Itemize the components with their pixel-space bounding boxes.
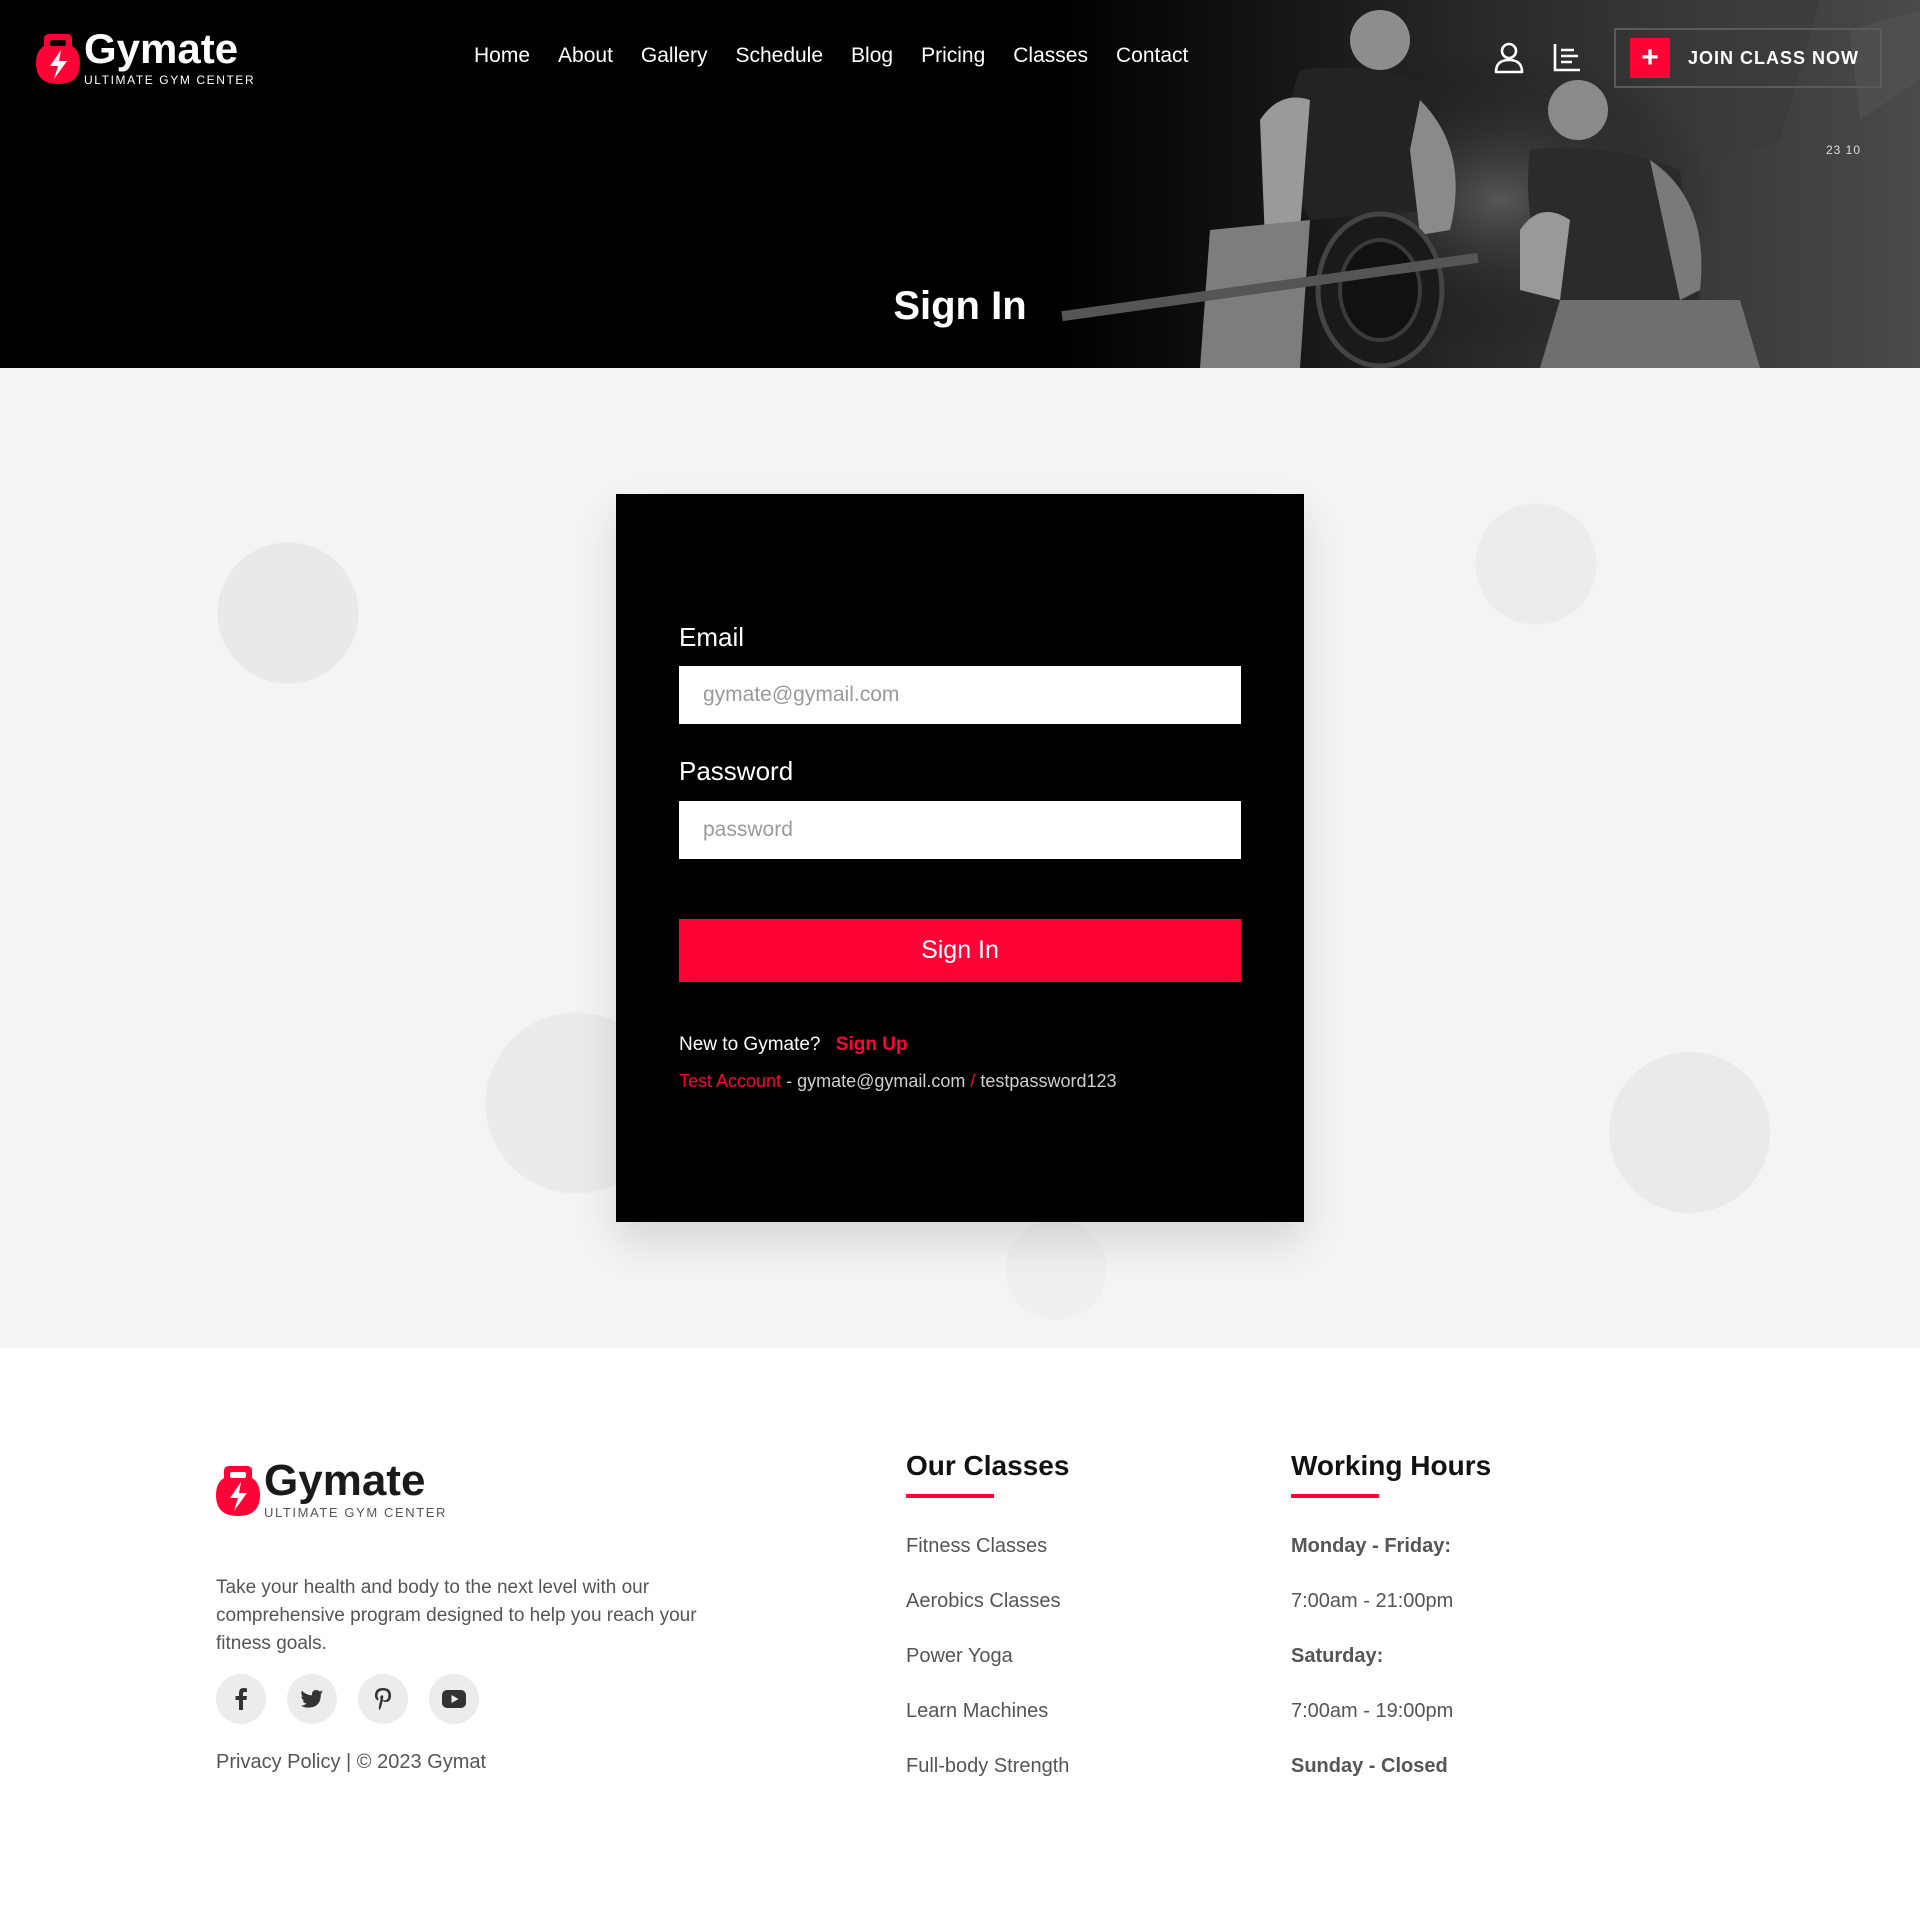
test-account-label: Test Account xyxy=(679,1071,782,1091)
hours-saturday-label: Saturday: xyxy=(1291,1645,1384,1667)
footer-legal: Privacy Policy | © 2023 Gymat xyxy=(216,1751,486,1774)
class-link-fitness[interactable]: Fitness Classes xyxy=(906,1532,1069,1587)
hours-weekday-time: 7:00am - 21:00pm xyxy=(1291,1590,1454,1612)
facebook-icon[interactable] xyxy=(216,1674,266,1724)
working-hours-heading: Working Hours xyxy=(1291,1450,1492,1481)
class-link-full-body[interactable]: Full-body Strength xyxy=(906,1752,1069,1807)
test-account-email: gymate@gymail.com xyxy=(797,1071,966,1091)
page-title: Sign In xyxy=(893,284,1027,328)
join-class-now-button[interactable]: + JOIN CLASS NOW xyxy=(1614,28,1882,88)
our-classes-underline xyxy=(906,1494,994,1498)
nav-item-classes[interactable]: Classes xyxy=(1013,44,1088,68)
brand-name: Gymate xyxy=(84,25,239,72)
footer-brand-name: Gymate xyxy=(264,1456,426,1505)
test-account-slash: / xyxy=(965,1071,981,1091)
header-logo[interactable]: Gymate ULTIMATE GYM CENTER xyxy=(36,28,255,87)
password-label: Password xyxy=(679,756,794,786)
hours-saturday-time: 7:00am - 19:00pm xyxy=(1291,1700,1454,1722)
our-classes-heading: Our Classes xyxy=(906,1450,1070,1481)
hours-sunday-closed: Sunday - Closed xyxy=(1291,1755,1448,1777)
join-class-now-label: JOIN CLASS NOW xyxy=(1688,47,1860,68)
footer-about-text: Take your health and body to the next le… xyxy=(216,1577,697,1654)
nav-item-gallery[interactable]: Gallery xyxy=(641,44,708,68)
hours-list: Monday - Friday: 7:00am - 21:00pm Saturd… xyxy=(1291,1532,1453,1807)
user-icon[interactable] xyxy=(1492,40,1526,74)
classes-list: Fitness Classes Aerobics Classes Power Y… xyxy=(906,1532,1069,1807)
nav-item-pricing[interactable]: Pricing xyxy=(921,44,985,68)
hero-banner: Gymate ULTIMATE GYM CENTER Home About Ga… xyxy=(0,0,1920,368)
footer-brand-tagline: ULTIMATE GYM CENTER xyxy=(264,1505,448,1520)
social-links xyxy=(216,1674,479,1724)
class-link-machines[interactable]: Learn Machines xyxy=(906,1697,1069,1752)
test-account-sep: - xyxy=(781,1071,798,1091)
kettlebell-logo-icon xyxy=(216,1465,260,1516)
signin-form: Email Password Sign In New to Gymate? Si… xyxy=(616,494,1304,1222)
email-label: Email xyxy=(679,622,745,652)
class-link-aerobics[interactable]: Aerobics Classes xyxy=(906,1587,1069,1642)
nav-item-blog[interactable]: Blog xyxy=(851,44,893,68)
site-footer: Gymate ULTIMATE GYM CENTER Take your hea… xyxy=(0,1348,1920,1912)
working-hours-underline xyxy=(1291,1494,1379,1498)
menu-icon[interactable] xyxy=(1550,40,1584,74)
new-user-text: New to Gymate? xyxy=(679,1034,821,1055)
password-field[interactable] xyxy=(679,801,1241,859)
nav-item-schedule[interactable]: Schedule xyxy=(735,44,823,68)
pinterest-icon[interactable] xyxy=(358,1674,408,1724)
twitter-icon[interactable] xyxy=(287,1674,337,1724)
email-field[interactable] xyxy=(679,666,1241,724)
sign-up-link[interactable]: Sign Up xyxy=(836,1034,908,1055)
youtube-icon[interactable] xyxy=(429,1674,479,1724)
privacy-policy-link[interactable]: Privacy Policy xyxy=(216,1751,340,1773)
signin-section: Email Password Sign In New to Gymate? Si… xyxy=(0,368,1920,1348)
sign-in-button[interactable]: Sign In xyxy=(679,919,1241,982)
test-account-password: testpassword123 xyxy=(980,1071,1117,1091)
top-navigation-bar: Gymate ULTIMATE GYM CENTER Home About Ga… xyxy=(0,0,1920,118)
nav-item-contact[interactable]: Contact xyxy=(1116,44,1188,68)
footer-logo[interactable]: Gymate ULTIMATE GYM CENTER xyxy=(216,1459,447,1520)
plus-icon: + xyxy=(1630,38,1670,78)
nav-item-home[interactable]: Home xyxy=(474,44,530,68)
copyright-text: | © 2023 Gymat xyxy=(340,1751,487,1773)
hours-weekday-label: Monday - Friday: xyxy=(1291,1535,1452,1557)
test-account-info: Test Account - gymate@gymail.com / testp… xyxy=(679,1071,1117,1092)
class-link-power-yoga[interactable]: Power Yoga xyxy=(906,1642,1069,1697)
nav-item-about[interactable]: About xyxy=(558,44,613,68)
kettlebell-logo-icon xyxy=(36,33,80,84)
main-nav: Home About Gallery Schedule Blog Pricing… xyxy=(474,44,1188,68)
signup-prompt: New to Gymate? Sign Up xyxy=(679,1034,908,1056)
brand-tagline: ULTIMATE GYM CENTER xyxy=(84,73,256,87)
slide-counter: 23 10 xyxy=(1826,143,1862,157)
